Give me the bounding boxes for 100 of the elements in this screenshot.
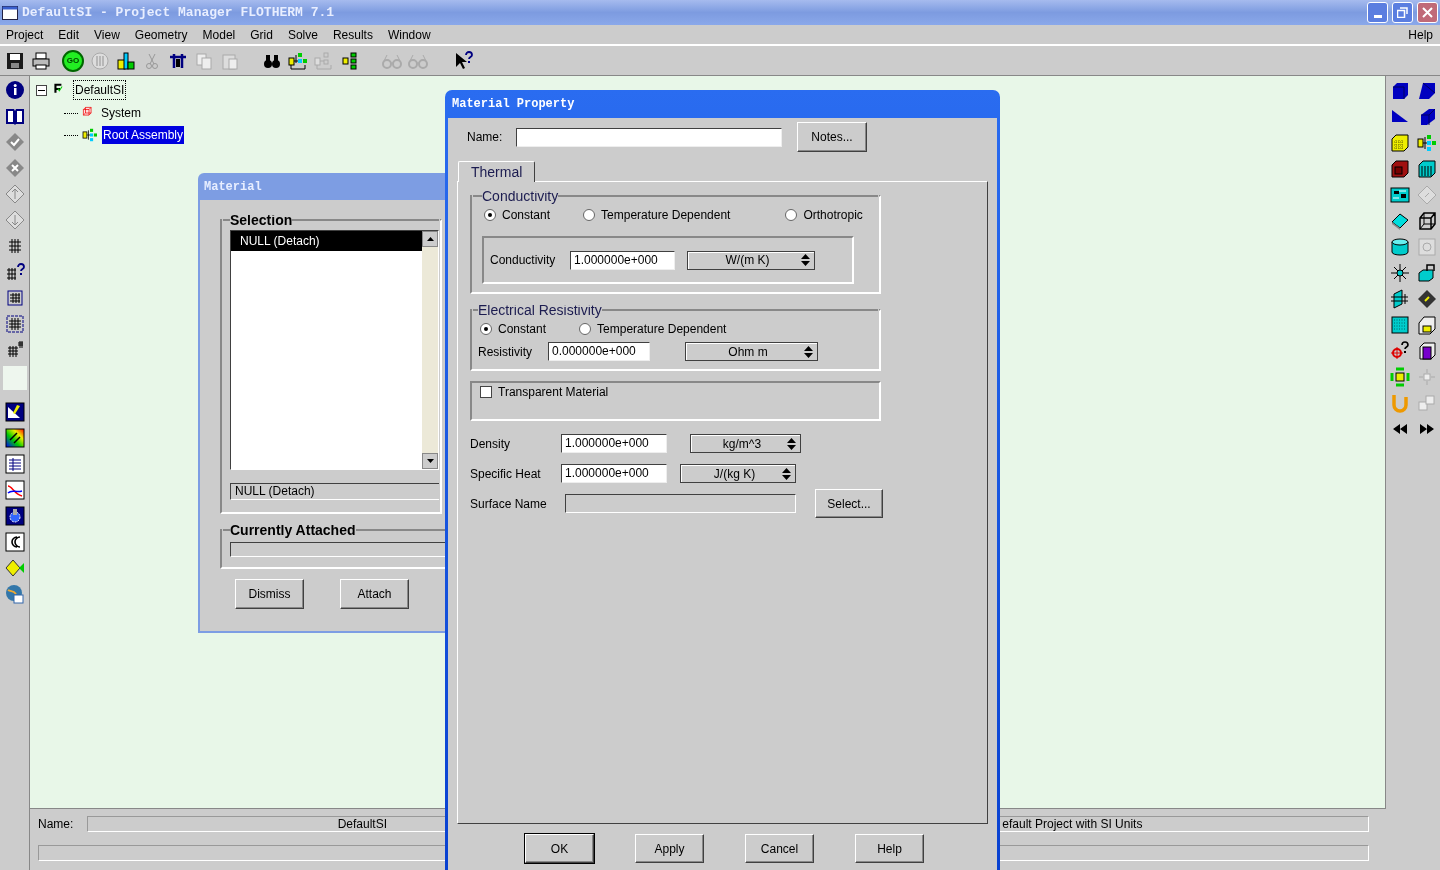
go-button[interactable]: GO — [62, 49, 84, 72]
tree-icon[interactable] — [340, 50, 360, 71]
cut-cube-icon[interactable] — [1416, 81, 1437, 101]
button[interactable]: Help — [855, 834, 924, 863]
surface-name-field[interactable] — [565, 494, 796, 513]
unit-select[interactable]: kg/m^3 — [690, 434, 801, 453]
name-label: Name: — [467, 129, 504, 146]
menu-item[interactable]: Edit — [58, 26, 80, 44]
radio-label: Constant — [502, 207, 551, 224]
globe-icon[interactable] — [4, 584, 25, 604]
book-icon[interactable] — [4, 106, 25, 126]
ruler-pencil-icon[interactable] — [4, 402, 25, 422]
tree-item[interactable]: Root Assembly — [102, 126, 185, 144]
button[interactable]: OK — [525, 834, 594, 863]
button[interactable]: Attach — [340, 579, 409, 609]
tree-item[interactable]: System — [100, 104, 142, 122]
diamond-camera-icon[interactable] — [4, 558, 25, 578]
dotted-square-icon[interactable] — [1389, 315, 1410, 335]
check-diamond-icon[interactable] — [4, 132, 25, 152]
checkbox[interactable] — [480, 386, 492, 398]
selection-field: NULL (Detach) — [230, 483, 440, 500]
window-title: DefaultSI - Project Manager FLOTHERM 7.1 — [22, 3, 335, 22]
tab[interactable]: Thermal — [458, 161, 536, 182]
blocks-icon[interactable] — [116, 50, 136, 71]
restore-button[interactable] — [1392, 2, 1413, 23]
menu-item[interactable]: View — [94, 26, 120, 44]
menu-item[interactable]: Window — [387, 26, 431, 44]
cylinder-icon[interactable] — [1389, 237, 1410, 257]
blank-tool-slot — [2, 366, 27, 390]
down-diamond-icon[interactable] — [4, 210, 25, 230]
list-item[interactable]: NULL (Detach) — [231, 231, 422, 251]
unit-select[interactable]: W/(m K) — [687, 250, 815, 270]
c-logo-icon[interactable] — [4, 532, 25, 552]
group-title: Electrical Resistivity — [478, 302, 602, 318]
help-pointer-icon[interactable] — [454, 50, 474, 71]
cuboid-grid-icon[interactable] — [1389, 289, 1410, 309]
grid-query-icon[interactable] — [4, 262, 25, 282]
field-label: Conductivity — [490, 252, 557, 269]
scroll-up-icon — [426, 237, 434, 241]
graph-icon[interactable] — [4, 480, 25, 500]
input-field[interactable]: 1.000000e+000 — [561, 464, 667, 483]
group-title: Selection — [230, 212, 293, 228]
input-field[interactable]: 0.000000e+000 — [548, 342, 650, 361]
menu-item[interactable]: Help — [1408, 26, 1433, 44]
chip-icon[interactable] — [1416, 289, 1437, 309]
dialog-title: Material Property — [452, 96, 575, 113]
scrollbar[interactable] — [422, 231, 438, 469]
up-diamond-icon[interactable] — [4, 184, 25, 204]
field-label: Resistivity — [478, 343, 533, 361]
cross-diamond-icon[interactable] — [4, 158, 25, 178]
field-label: Specific Heat — [470, 465, 542, 483]
radio-label: Orthotropic — [803, 207, 863, 224]
tree-item[interactable]: DefaultSI — [73, 80, 127, 100]
unit-select[interactable]: J/(kg K) — [680, 464, 796, 483]
assembly-icon[interactable] — [1416, 133, 1437, 153]
button[interactable]: Cancel — [745, 834, 814, 863]
dialog-title: Material — [204, 178, 262, 196]
radio-button[interactable] — [484, 209, 496, 221]
minimize-icon — [1373, 15, 1382, 18]
button[interactable]: Notes... — [797, 122, 867, 152]
button[interactable]: Dismiss — [235, 579, 304, 609]
info-icon[interactable] — [4, 80, 25, 100]
grid-select-icon[interactable] — [4, 314, 25, 334]
scroll-down-icon — [426, 459, 434, 463]
button[interactable]: Apply — [635, 834, 704, 863]
hierarchy-icon[interactable] — [288, 50, 308, 71]
menu-item[interactable]: Project — [6, 26, 44, 44]
checkbox-label: Transparent Material — [498, 384, 609, 401]
radio-label: Temperature Dependent — [597, 321, 727, 338]
input-field[interactable]: 1.000000e+000 — [561, 434, 667, 453]
save-icon[interactable] — [5, 50, 25, 71]
close-icon — [1422, 7, 1433, 18]
printer-icon[interactable] — [31, 50, 51, 71]
wireframe-cube-icon[interactable] — [1416, 211, 1437, 231]
button[interactable]: Select... — [815, 489, 883, 518]
heatsink-icon[interactable] — [1416, 159, 1437, 179]
close-button[interactable] — [1417, 2, 1438, 23]
plate-icon[interactable] — [1389, 211, 1410, 231]
menu-item[interactable]: Geometry — [134, 26, 188, 44]
table-icon[interactable] — [4, 454, 25, 474]
unit-select[interactable]: Ohm m — [685, 342, 818, 361]
menu-item[interactable]: Solve — [287, 26, 318, 44]
circuit-board-icon[interactable] — [1389, 185, 1410, 205]
menu-item[interactable]: Results — [332, 26, 373, 44]
radio-button[interactable] — [579, 323, 592, 335]
rainbow-arrows-icon[interactable] — [4, 428, 25, 448]
minimize-button[interactable] — [1367, 2, 1388, 23]
enclosure-icon[interactable] — [1416, 315, 1437, 335]
menu-item[interactable]: Grid — [250, 26, 273, 44]
up-down-arrows-icon — [801, 254, 810, 266]
input-field[interactable]: 1.000000e+000 — [570, 250, 675, 270]
menu-item[interactable]: Model — [202, 26, 236, 44]
boxed-block-icon[interactable] — [1416, 341, 1437, 361]
radio-button[interactable] — [583, 209, 596, 221]
perforated-cube-icon[interactable] — [1389, 133, 1410, 153]
name-input[interactable] — [516, 127, 782, 147]
radio-button[interactable] — [785, 209, 798, 221]
radio-button[interactable] — [480, 323, 492, 335]
grid-expand-icon[interactable] — [4, 288, 25, 308]
collapse-toggle[interactable] — [36, 84, 47, 96]
